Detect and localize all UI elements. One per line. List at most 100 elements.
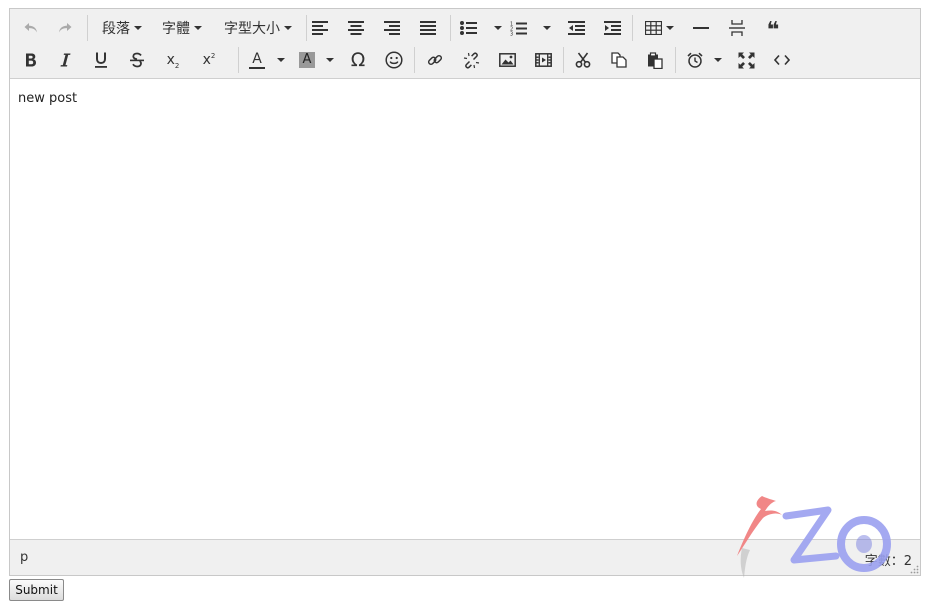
submit-button[interactable]: Submit [9, 579, 64, 601]
editor-toolbar: 段落 字體 字型大小 1 2 3 ❝ x2 x2 A A Ω [10, 9, 920, 79]
insert-datetime-button[interactable] [684, 46, 706, 74]
align-justify-button[interactable] [418, 14, 438, 42]
copy-icon [611, 52, 627, 68]
cut-button[interactable] [572, 46, 594, 74]
emoticon-button[interactable] [382, 46, 406, 74]
toolbar-separator [87, 15, 88, 41]
strikethrough-icon [130, 52, 144, 68]
film-icon [534, 53, 552, 67]
subscript-x: x [166, 52, 175, 68]
bullet-list-chevron-down-icon[interactable] [494, 26, 502, 30]
bullet-list-icon [459, 21, 477, 35]
undo-icon [24, 23, 37, 33]
chevron-down-icon [194, 26, 202, 30]
indent-icon [603, 21, 621, 35]
horizontal-rule-icon [693, 27, 709, 29]
paragraph-format-dropdown[interactable]: 段落 [96, 14, 148, 42]
toolbar-separator [450, 15, 451, 41]
page-break-button[interactable] [726, 14, 748, 42]
element-path[interactable]: p [20, 550, 28, 565]
superscript-x: x [202, 52, 211, 68]
watermark-logo-text: ZO [728, 488, 730, 489]
underline-icon [95, 52, 107, 68]
font-color-icon: A [252, 50, 262, 67]
image-icon [498, 53, 516, 67]
font-family-label: 字體 [162, 21, 190, 37]
smiley-icon [385, 51, 403, 69]
strikethrough-button[interactable] [126, 46, 148, 74]
numbered-list-icon: 123 [510, 21, 527, 36]
superscript-icon: x2 [203, 52, 216, 68]
toolbar-separator [632, 15, 633, 41]
insert-table-button[interactable] [642, 14, 676, 42]
toolbar-separator [306, 15, 307, 41]
font-color-swatch [249, 66, 265, 69]
code-icon [774, 54, 790, 66]
scissors-icon [575, 52, 591, 68]
page-break-icon [729, 20, 745, 36]
redo-button[interactable] [54, 14, 76, 42]
unlink-button[interactable] [460, 46, 482, 74]
align-left-button[interactable] [310, 14, 330, 42]
link-icon [427, 54, 443, 66]
italic-button[interactable] [54, 46, 76, 74]
font-color-button[interactable]: A [246, 46, 268, 74]
watermark-logo: ZO [728, 488, 891, 578]
alarm-clock-icon [687, 52, 703, 68]
chevron-down-icon [134, 26, 142, 30]
numbered-list-chevron-down-icon[interactable] [543, 26, 551, 30]
background-color-chevron-down-icon[interactable] [326, 58, 334, 62]
font-size-label: 字型大小 [224, 21, 280, 37]
editor-content-area[interactable]: new post [10, 79, 920, 539]
superscript-2: 2 [210, 52, 216, 60]
background-color-button[interactable]: A [296, 46, 318, 74]
omega-icon: Ω [350, 49, 366, 71]
align-left-icon [312, 21, 328, 35]
clipboard-icon [648, 51, 663, 69]
chevron-down-icon [665, 26, 674, 30]
font-color-chevron-down-icon[interactable] [277, 58, 285, 62]
numbered-list-button[interactable]: 123 [508, 14, 528, 42]
quote-icon: ❝ [766, 18, 780, 43]
bold-button[interactable] [20, 46, 42, 74]
subscript-2: 2 [174, 62, 180, 70]
bold-icon [26, 53, 36, 67]
outdent-icon [567, 21, 585, 35]
copy-button[interactable] [608, 46, 630, 74]
toolbar-separator [414, 47, 415, 73]
align-center-button[interactable] [346, 14, 366, 42]
align-justify-icon [420, 21, 436, 35]
paste-button[interactable] [644, 46, 666, 74]
subscript-icon: x2 [166, 52, 180, 70]
font-size-dropdown[interactable]: 字型大小 [218, 14, 298, 42]
underline-button[interactable] [90, 46, 112, 74]
chevron-down-icon [284, 26, 292, 30]
align-right-button[interactable] [382, 14, 402, 42]
insert-link-button[interactable] [424, 46, 446, 74]
indent-button[interactable] [602, 14, 622, 42]
italic-icon [60, 53, 71, 67]
undo-button[interactable] [20, 14, 42, 42]
toolbar-separator [563, 47, 564, 73]
fullscreen-icon [738, 52, 754, 68]
font-family-dropdown[interactable]: 字體 [156, 14, 208, 42]
insert-media-button[interactable] [532, 46, 554, 74]
special-character-button[interactable]: Ω [346, 46, 370, 74]
horizontal-rule-button[interactable] [690, 14, 712, 42]
blockquote-button[interactable]: ❝ [762, 14, 784, 42]
resize-handle-icon[interactable] [909, 564, 919, 574]
content-paragraph[interactable]: new post [18, 91, 77, 106]
bullet-list-button[interactable] [458, 14, 478, 42]
subscript-button[interactable]: x2 [162, 46, 184, 74]
insert-image-button[interactable] [496, 46, 518, 74]
background-color-icon: A [299, 52, 315, 68]
source-code-button[interactable] [770, 46, 794, 74]
table-icon [644, 21, 662, 35]
superscript-button[interactable]: x2 [198, 46, 220, 74]
fullscreen-button[interactable] [734, 46, 758, 74]
outdent-button[interactable] [566, 14, 586, 42]
toolbar-row-1: 段落 字體 字型大小 1 2 3 ❝ [10, 12, 920, 44]
toolbar-separator [238, 47, 239, 73]
datetime-chevron-down-icon[interactable] [714, 58, 722, 62]
align-center-icon [348, 21, 364, 35]
